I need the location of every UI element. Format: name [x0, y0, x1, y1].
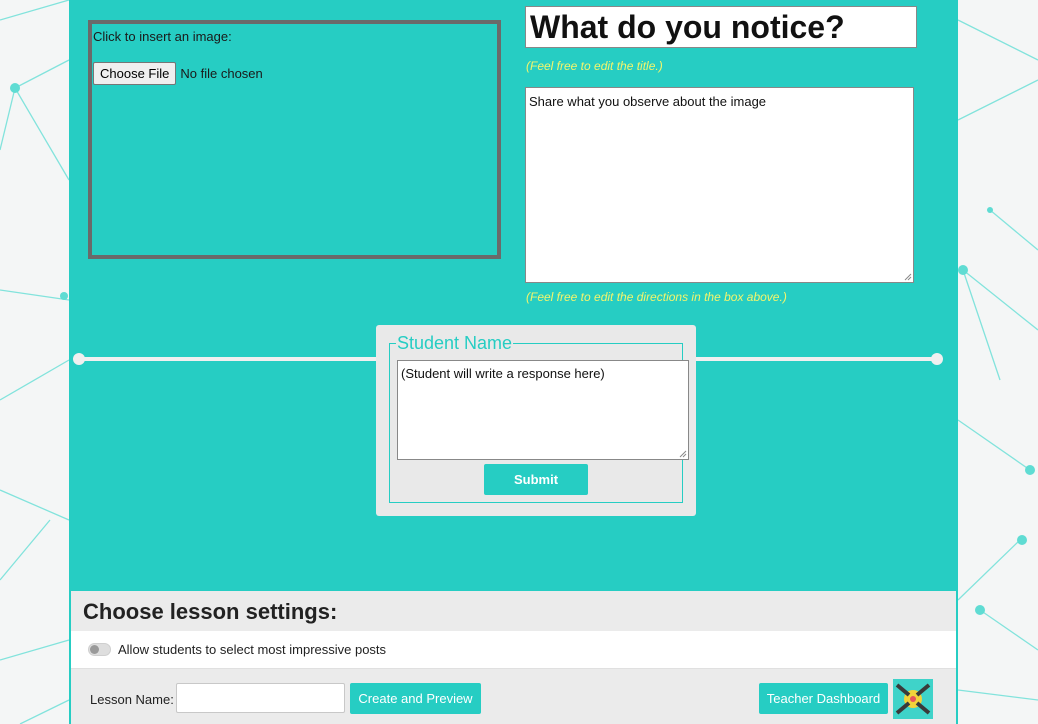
student-response-textarea[interactable]: (Student will write a response here)	[397, 360, 689, 460]
lesson-editor-panel: Click to insert an image: Choose File No…	[69, 0, 958, 724]
timeline-start-dot	[73, 353, 85, 365]
lesson-name-input[interactable]	[176, 683, 345, 713]
directions-text: Share what you observe about the image	[529, 94, 767, 109]
lesson-actions-bar: Lesson Name: Create and Preview Teacher …	[71, 669, 956, 724]
lesson-settings-section: Choose lesson settings: Allow students t…	[71, 591, 956, 724]
team-hands-icon	[893, 679, 933, 719]
submit-button[interactable]: Submit	[484, 464, 588, 495]
impressive-posts-label: Allow students to select most impressive…	[118, 642, 387, 657]
impressive-posts-setting: Allow students to select most impressive…	[71, 631, 956, 669]
create-and-preview-button[interactable]: Create and Preview	[350, 683, 481, 714]
avatar[interactable]	[893, 679, 933, 719]
file-picker: Choose File No file chosen	[93, 62, 263, 85]
lesson-settings-heading: Choose lesson settings:	[71, 591, 956, 631]
timeline-end-dot	[931, 353, 943, 365]
student-name-legend: Student Name	[397, 333, 513, 353]
lesson-name-label: Lesson Name:	[90, 692, 174, 707]
prompt-title-input[interactable]: What do you notice?	[525, 6, 917, 48]
toggle-knob	[90, 645, 99, 654]
title-edit-hint: (Feel free to edit the title.)	[526, 59, 663, 73]
resize-handle-icon[interactable]	[904, 273, 912, 281]
impressive-posts-toggle[interactable]	[88, 643, 111, 656]
teacher-dashboard-button[interactable]: Teacher Dashboard	[759, 683, 888, 714]
resize-handle-icon[interactable]	[679, 450, 687, 458]
image-upload-area[interactable]: Click to insert an image: Choose File No…	[88, 20, 501, 259]
image-upload-label: Click to insert an image:	[93, 29, 232, 44]
choose-file-button[interactable]: Choose File	[93, 62, 177, 85]
directions-textarea[interactable]: Share what you observe about the image	[525, 87, 914, 283]
file-status-text: No file chosen	[180, 66, 263, 81]
student-response-placeholder: (Student will write a response here)	[401, 366, 605, 381]
directions-edit-hint: (Feel free to edit the directions in the…	[526, 290, 787, 304]
student-response-card: Student Name (Student will write a respo…	[376, 325, 696, 516]
